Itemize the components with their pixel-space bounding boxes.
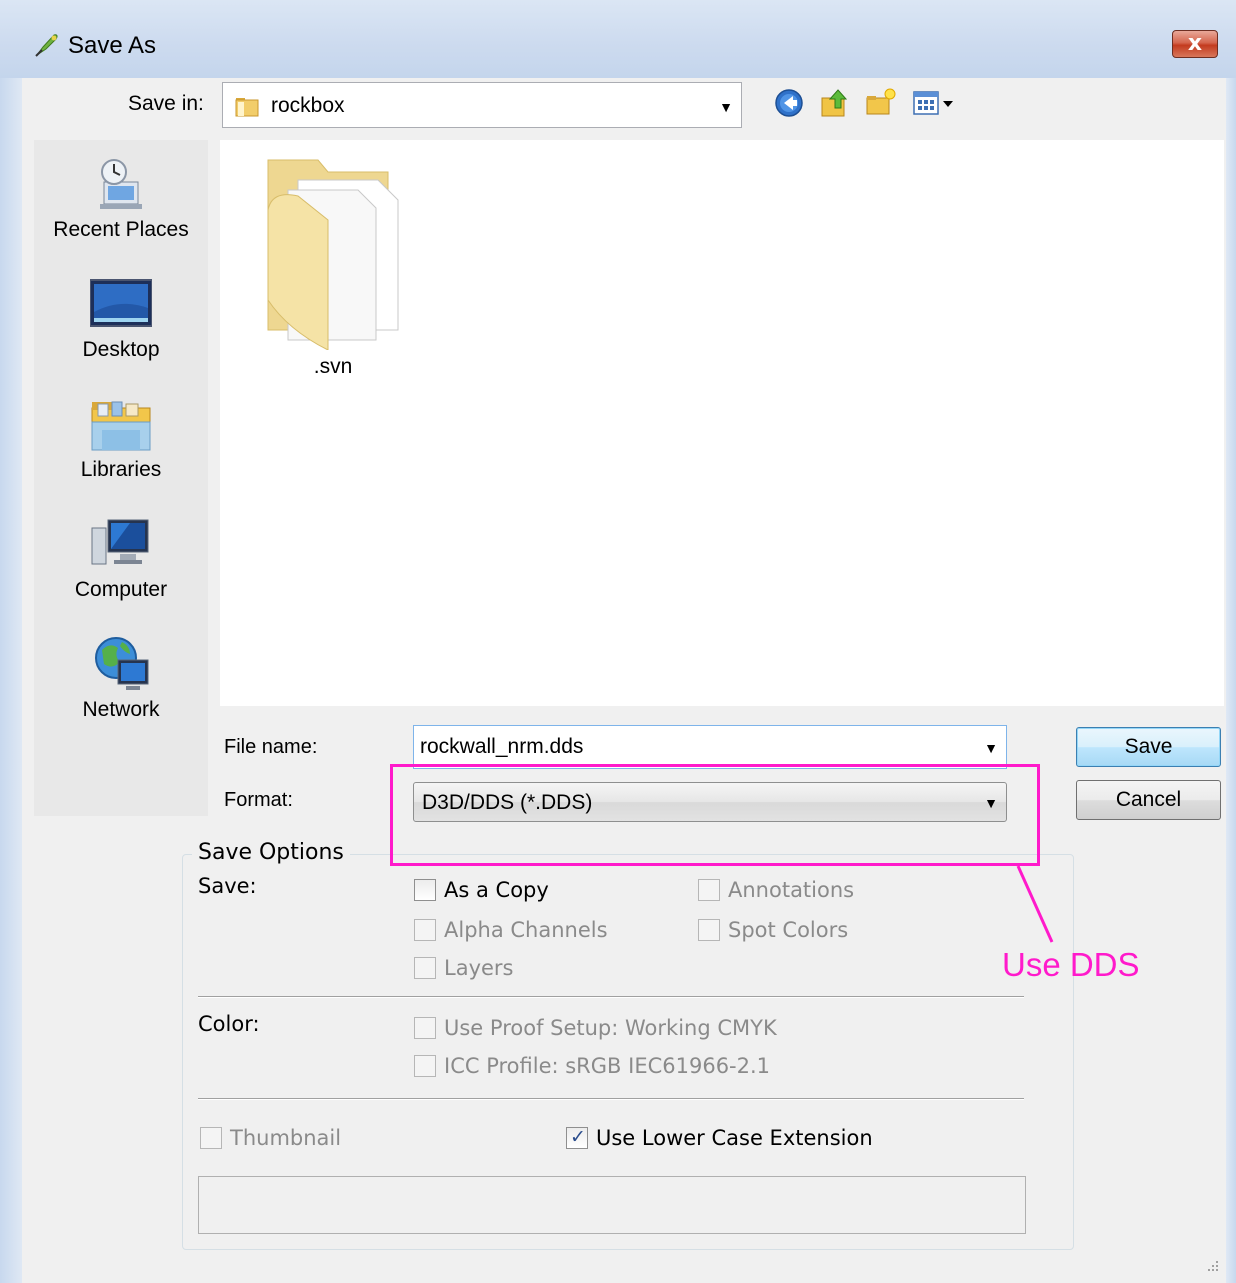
view-menu-icon[interactable] [910,86,960,120]
save-section-label: Save: [198,874,257,898]
place-label: Libraries [80,458,162,481]
save-options-title: Save Options [192,840,350,865]
cancel-button[interactable]: Cancel [1076,780,1221,820]
checkbox-label: Thumbnail [230,1126,342,1150]
chevron-down-icon[interactable]: ▼ [984,740,998,756]
save-button[interactable]: Save [1076,727,1221,767]
checkbox-box [698,879,720,901]
file-name-value: rockwall_nrm.dds [420,735,584,758]
file-name: .svn [313,355,353,378]
checkbox-box [200,1127,222,1149]
thumbnail-checkbox[interactable]: Thumbnail [200,1126,341,1150]
computer-icon [91,519,149,565]
checkbox-box [414,879,436,901]
format-label: Format: [224,789,293,811]
file-item[interactable]: .svn [248,150,418,379]
icc-profile-checkbox[interactable]: ICC Profile: sRGB IEC61966-2.1 [414,1054,770,1078]
checkbox-label: ICC Profile: sRGB IEC61966-2.1 [444,1054,771,1078]
file-name-label: File name: [224,736,318,758]
photoshop-feather-icon [35,34,58,57]
checkmark-icon: ✓ [570,1126,586,1148]
place-network[interactable]: Network [34,634,208,722]
save-in-dropdown[interactable]: rockbox ▼ [222,82,742,128]
resize-grip-icon[interactable] [1206,1259,1220,1273]
message-box [198,1176,1026,1234]
place-label: Computer [74,578,168,601]
layers-checkbox[interactable]: Layers [414,956,514,980]
checkbox-label: Annotations [728,878,855,902]
title-bar[interactable] [0,0,1236,78]
folder-icon [267,159,399,351]
place-libraries[interactable]: Libraries [34,394,208,482]
checkbox-box [414,957,436,979]
checkbox-box [698,919,720,941]
checkbox-box [414,1017,436,1039]
window-frame-left [0,0,22,1283]
as-a-copy-checkbox[interactable]: As a Copy [414,878,549,902]
checkbox-box: ✓ [566,1126,588,1149]
network-icon [95,637,149,690]
save-in-value: rockbox [271,94,345,117]
separator [198,1098,1024,1100]
checkbox-label: Alpha Channels [444,918,608,942]
place-computer[interactable]: Computer [34,514,208,602]
spot-colors-checkbox[interactable]: Spot Colors [698,918,848,942]
folder-icon [235,98,259,117]
new-folder-icon[interactable] [864,86,898,120]
checkbox-label: As a Copy [444,878,549,902]
use-lower-case-extension-checkbox[interactable]: ✓ Use Lower Case Extension [566,1126,873,1150]
annotation-highlight-box [390,764,1040,866]
annotation-label: Use DDS [1002,946,1140,983]
alpha-channels-checkbox[interactable]: Alpha Channels [414,918,608,942]
window-frame-right [1226,0,1236,1283]
checkbox-box [414,919,436,941]
back-arrow-icon[interactable] [772,86,806,120]
close-icon: x [1187,31,1203,56]
checkbox-label: Use Proof Setup: Working CMYK [444,1016,777,1040]
place-label: Desktop [82,338,160,361]
window-title: Save As [68,32,157,59]
up-folder-icon[interactable] [818,86,852,120]
desktop-icon [90,279,152,327]
checkbox-label: Spot Colors [728,918,849,942]
place-recent-places[interactable]: Recent Places [34,154,208,242]
recent-places-icon [100,159,142,209]
place-label: Network [82,698,160,721]
places-bar: Recent Places Desktop Libraries Computer… [34,140,208,816]
checkbox-box [414,1055,436,1077]
color-section-label: Color: [198,1012,260,1036]
checkbox-label: Layers [444,956,514,980]
annotations-checkbox[interactable]: Annotations [698,878,854,902]
file-list-view[interactable]: .svn [220,140,1224,706]
separator [198,996,1024,998]
place-desktop[interactable]: Desktop [34,274,208,362]
close-button[interactable]: x [1172,30,1218,58]
libraries-icon [91,401,151,451]
use-proof-setup-checkbox[interactable]: Use Proof Setup: Working CMYK [414,1016,777,1040]
place-label: Recent Places [53,218,189,241]
chevron-down-icon: ▼ [719,99,733,115]
file-name-input[interactable]: rockwall_nrm.dds ▼ [413,725,1007,769]
checkbox-label: Use Lower Case Extension [596,1126,873,1150]
save-in-label: Save in: [128,92,204,115]
